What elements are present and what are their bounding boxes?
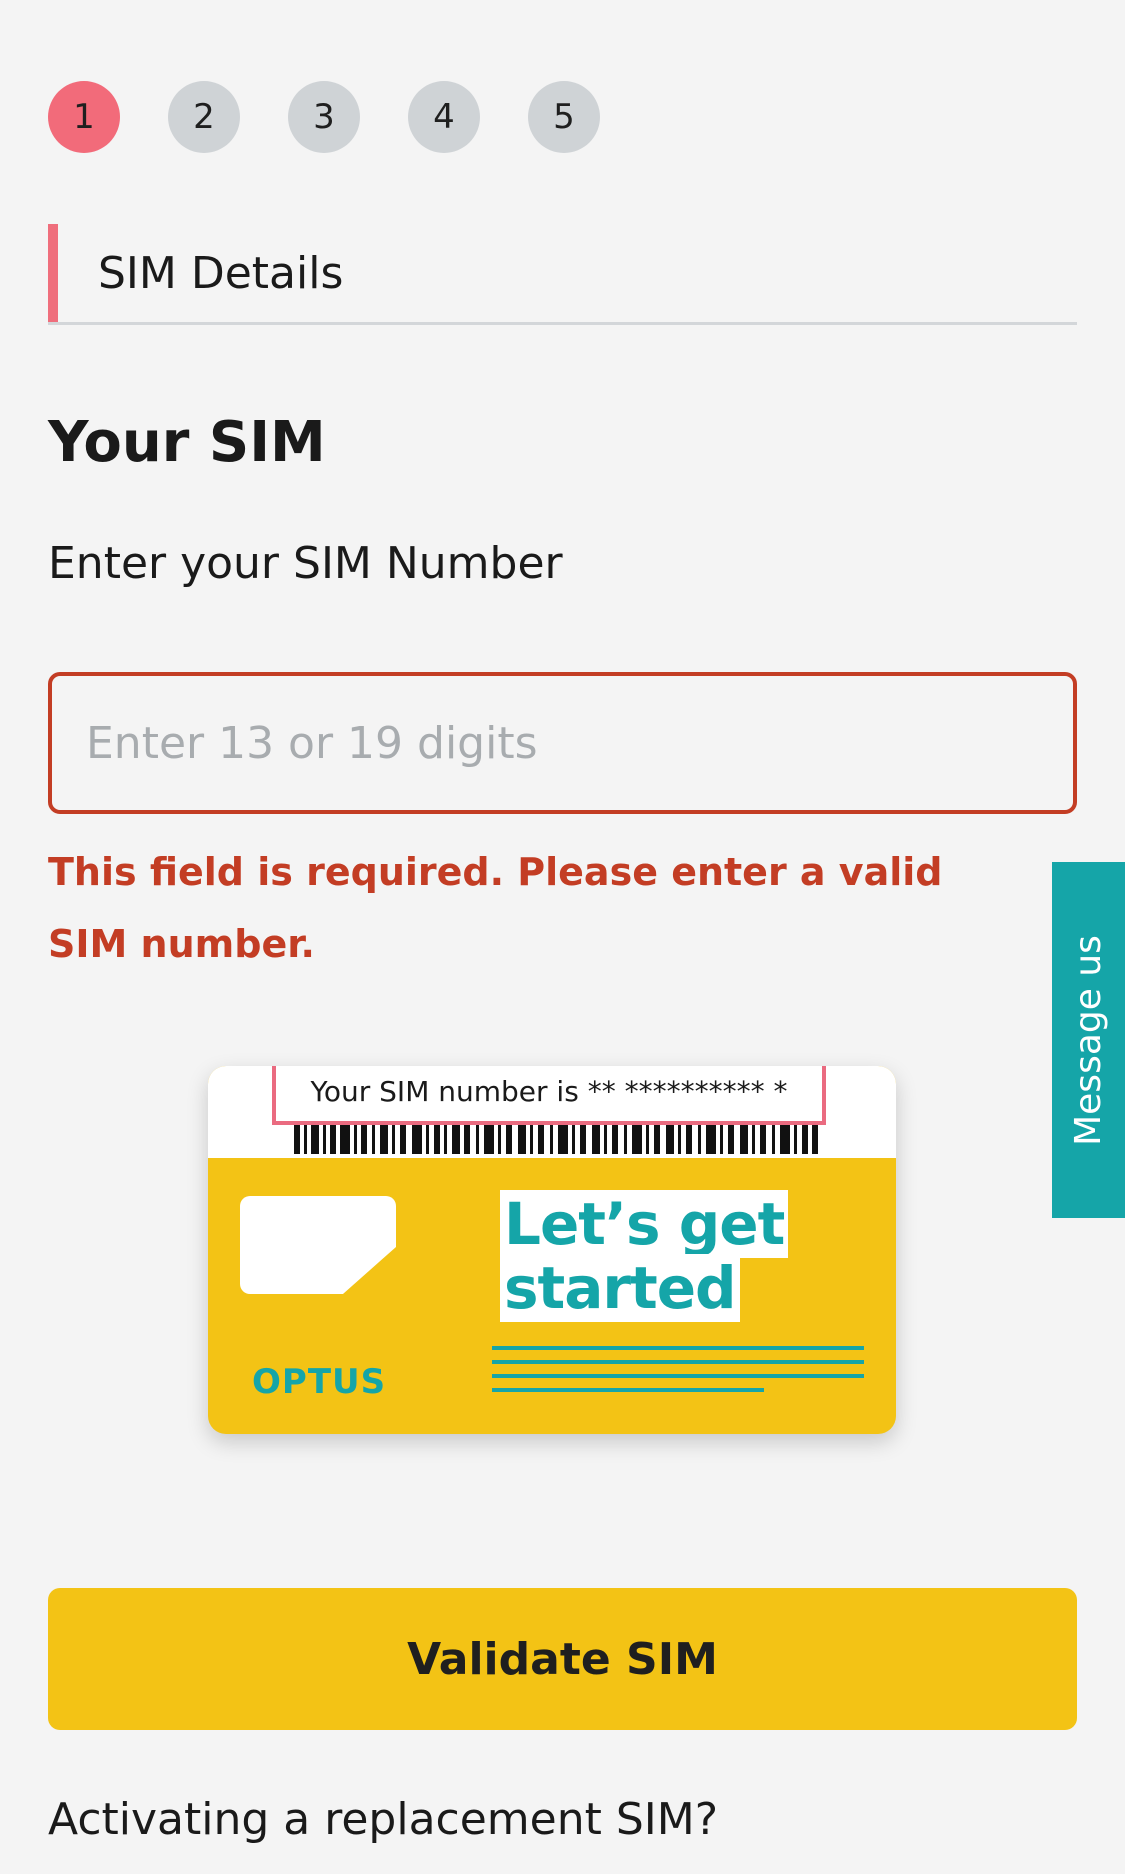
sim-card-illustration: Your SIM number is ** ********** * Let’s…	[208, 1066, 896, 1434]
optus-logo: OPTUS	[252, 1362, 387, 1402]
sim-card-headline-line2: started	[500, 1254, 740, 1322]
step-3: 3	[288, 81, 360, 153]
sim-chip-graphic	[240, 1196, 396, 1294]
sim-number-input[interactable]	[48, 672, 1077, 814]
section-title: SIM Details	[98, 248, 344, 299]
sim-number-label: Enter your SIM Number	[48, 538, 563, 589]
sim-card-headline-line1: Let’s get	[500, 1190, 789, 1258]
barcode-graphic	[294, 1124, 818, 1154]
section-header: SIM Details	[48, 224, 1077, 325]
step-indicator: 1 2 3 4 5	[48, 81, 600, 153]
step-5: 5	[528, 81, 600, 153]
sim-number-highlight: Your SIM number is ** ********** *	[272, 1066, 826, 1125]
message-us-label: Message us	[1068, 934, 1110, 1146]
replacement-sim-link[interactable]: Activating a replacement SIM?	[48, 1794, 718, 1845]
page-heading: Your SIM	[48, 410, 326, 475]
decorative-lines	[492, 1346, 864, 1392]
message-us-tab[interactable]: Message us	[1052, 862, 1125, 1218]
step-2: 2	[168, 81, 240, 153]
sim-card-headline: Let’s get started	[500, 1190, 789, 1322]
step-1: 1	[48, 81, 120, 153]
step-4: 4	[408, 81, 480, 153]
section-accent-bar	[48, 224, 58, 322]
validate-sim-button[interactable]: Validate SIM	[48, 1588, 1077, 1730]
error-message: This field is required. Please enter a v…	[48, 850, 943, 966]
